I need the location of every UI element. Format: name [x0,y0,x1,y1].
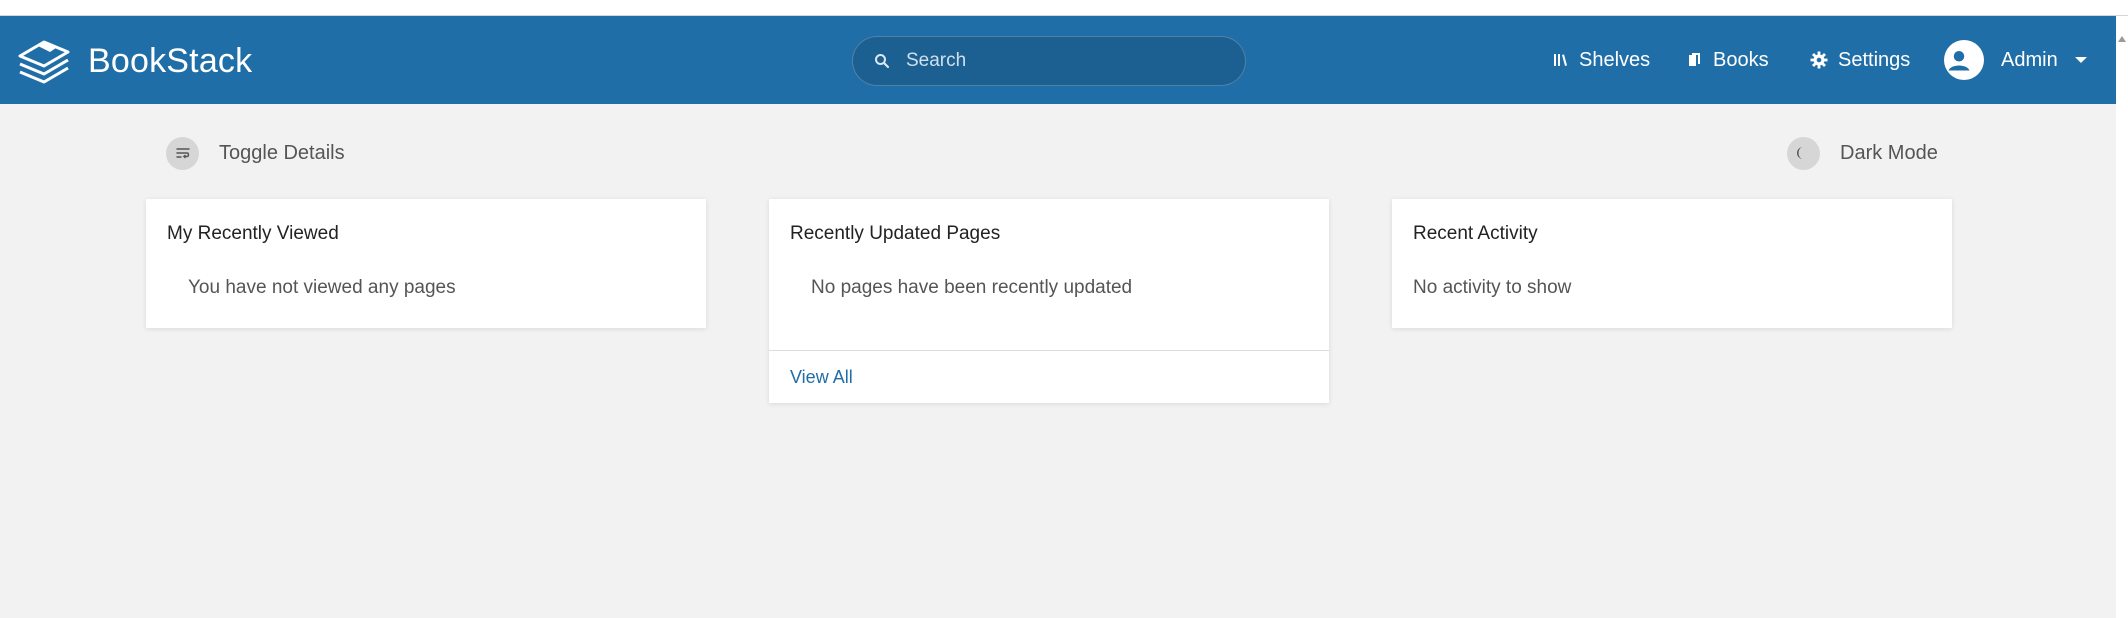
search-input[interactable] [906,50,1226,72]
card-title: Recently Updated Pages [790,223,1001,244]
toggle-details-icon [166,136,199,170]
user-name: Admin [2001,48,2058,71]
window-top-edge [0,0,2128,16]
nav-books-label: Books [1713,48,1769,71]
card-empty-text: No activity to show [1413,277,1572,298]
toggle-details-button[interactable]: Toggle Details [166,136,345,170]
app-logo[interactable]: BookStack [16,36,252,86]
nav-books[interactable]: Books [1687,16,1769,104]
scroll-up-arrow-icon[interactable] [2118,36,2126,42]
top-header: BookStack [0,16,2116,104]
recently-updated-card: Recently Updated Pages No pages have bee… [769,199,1329,403]
app-name: BookStack [88,41,253,80]
dark-mode-button[interactable]: Dark Mode [1787,136,1938,170]
bookstack-logo-icon [18,40,70,84]
nav-shelves-label: Shelves [1579,48,1651,71]
scrollbar[interactable] [2116,16,2128,618]
gear-icon [1810,51,1828,69]
search-box[interactable] [852,36,1246,86]
recently-viewed-card: My Recently Viewed You have not viewed a… [146,199,706,328]
card-empty-text: You have not viewed any pages [188,277,456,298]
toggle-details-label: Toggle Details [219,141,345,164]
dark-mode-label: Dark Mode [1840,141,1938,164]
avatar [1944,40,1984,80]
chevron-down-icon [2074,57,2087,63]
books-icon [1689,53,1700,66]
shelves-icon [1554,54,1567,66]
moon-icon [1787,136,1820,170]
search-icon [875,54,890,69]
user-avatar-icon [1948,51,1970,71]
user-menu[interactable]: Admin [1944,16,2087,104]
card-empty-text: No pages have been recently updated [811,277,1133,298]
card-title: My Recently Viewed [167,223,339,244]
nav-settings-label: Settings [1838,48,1911,71]
nav-shelves[interactable]: Shelves [1553,16,1650,104]
recent-activity-card: Recent Activity No activity to show [1392,199,1952,328]
card-title: Recent Activity [1413,223,1538,244]
view-all-link[interactable]: View All [769,351,1329,388]
nav-settings[interactable]: Settings [1810,16,1910,104]
